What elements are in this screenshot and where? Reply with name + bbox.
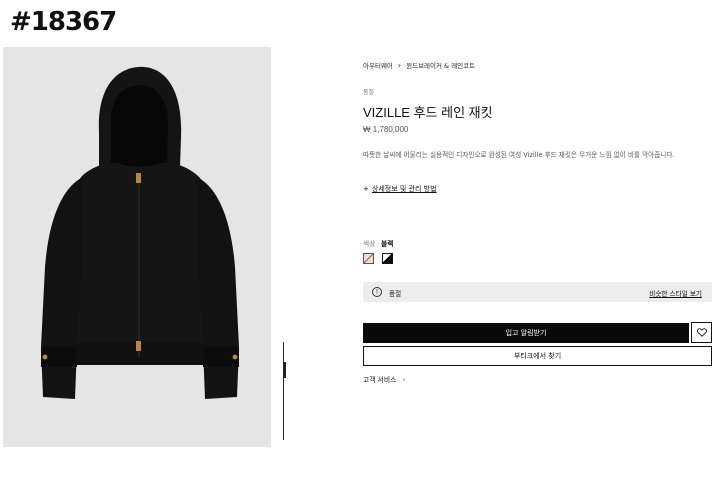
jacket-illustration [41,66,239,399]
image-scroll-thumb[interactable] [283,362,286,378]
customer-service-label: 고객 서비스 [363,376,397,384]
details-and-care-label: 상세정보 및 관리 방법 [371,185,437,193]
product-description: 따뜻한 날씨에 어울리는 실용적인 디자인으로 완성된 여성 Vizille 후… [363,151,675,159]
watermark-id: #18367 [10,7,117,37]
image-scroll-track[interactable] [283,342,284,440]
breadcrumb-item-outerwear[interactable]: 아우터웨어 [363,62,393,70]
customer-service-link[interactable]: 고객 서비스 › [363,374,406,384]
breadcrumb-item-windbreaker[interactable]: 윈드브레이커 & 레인코트 [406,62,475,70]
product-image[interactable] [3,47,271,447]
similar-styles-link[interactable]: 비슷한 스타일 보기 [649,288,702,298]
wishlist-button[interactable] [691,322,712,343]
breadcrumb-separator-icon: › [397,61,402,70]
color-selector: 색상 블랙 [363,238,393,248]
product-price: ₩ 1,780,000 [363,125,409,134]
heart-icon [697,328,707,337]
stock-status-label: 품절 [363,89,375,96]
notice-text: 품절 [389,290,402,298]
color-swatch-black[interactable] [382,253,393,264]
notify-me-button[interactable]: 입고 알림받기 [363,323,689,343]
details-and-care-link[interactable]: + 상세정보 및 관리 방법 [363,184,437,194]
find-in-boutique-button[interactable]: 부티크에서 찾기 [363,346,712,366]
info-icon: ! [372,287,382,297]
breadcrumb: 아우터웨어 › 윈드브레이커 & 레인코트 [363,60,475,70]
selected-color: 블랙 [381,240,394,248]
expand-icon: + [363,185,369,193]
sold-out-notice: ! 품절 비슷한 스타일 보기 [363,282,712,302]
color-swatch-beige[interactable] [363,253,374,264]
chevron-right-icon: › [402,375,406,384]
product-title: VIZILLE 후드 레인 재킷 [363,105,493,120]
color-label: 색상 [363,240,376,248]
